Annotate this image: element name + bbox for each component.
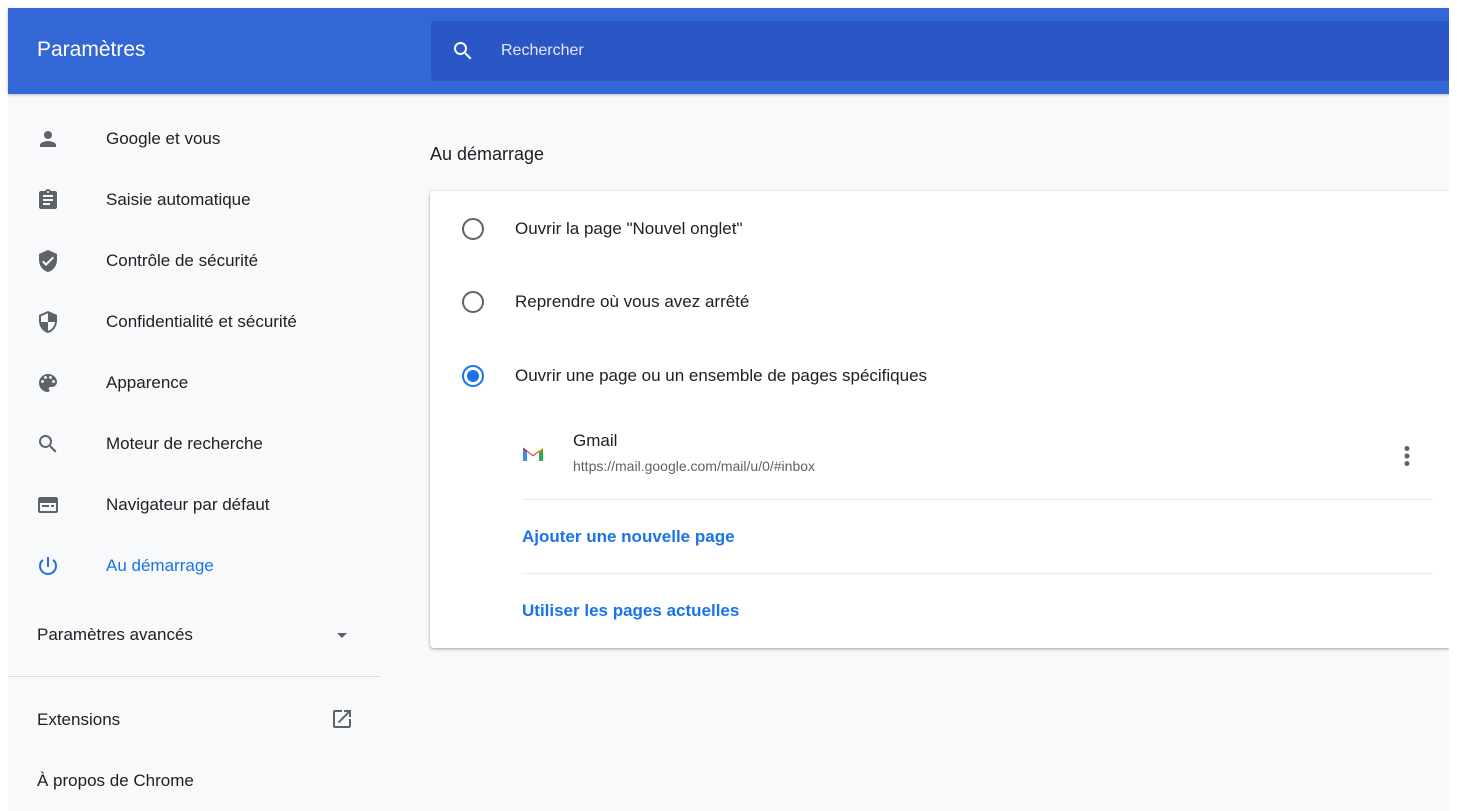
divider [522, 573, 1433, 574]
shield-check-icon [39, 250, 57, 272]
advanced-settings-label: Paramètres avancés [37, 625, 193, 644]
sidebar-item-about-chrome[interactable]: À propos de Chrome [8, 755, 380, 805]
sidebar-item-extensions[interactable]: Extensions [8, 694, 380, 744]
radio-label: Ouvrir une page ou un ensemble de pages … [515, 366, 928, 385]
more-vert-icon[interactable] [1392, 441, 1422, 471]
search-icon [454, 42, 472, 60]
sidebar-item-label: Moteur de recherche [106, 434, 263, 453]
radio-option-new-tab[interactable]: Ouvrir la page "Nouvel onglet" [430, 199, 1449, 259]
power-icon [39, 557, 57, 575]
palette-icon [39, 374, 57, 392]
sidebar-item-moteur-recherche[interactable]: Moteur de recherche [8, 418, 388, 470]
page-url: https://mail.google.com/mail/u/0/#inbox [573, 458, 816, 474]
extensions-label: Extensions [37, 710, 121, 729]
sidebar-item-confidentialite[interactable]: Confidentialité et sécurité [8, 296, 388, 348]
shield-half-icon [39, 311, 57, 333]
page-name: Gmail [573, 431, 618, 450]
sidebar-item-label: Contrôle de sécurité [106, 251, 259, 270]
sidebar-item-au-demarrage[interactable]: Au démarrage [8, 540, 388, 592]
open-in-new-icon [333, 710, 351, 728]
radio-button-checked[interactable] [462, 365, 484, 387]
window-left-edge [0, 0, 8, 811]
sidebar-item-label: Au démarrage [106, 556, 214, 575]
sidebar-item-label: Confidentialité et sécurité [106, 312, 297, 331]
use-current-pages-link[interactable]: Utiliser les pages actuelles [522, 601, 739, 621]
startup-page-entry: Gmail https://mail.google.com/mail/u/0/#… [522, 425, 1433, 501]
arrow-drop-down-icon [337, 633, 347, 638]
radio-label: Ouvrir la page "Nouvel onglet" [515, 219, 743, 238]
browser-icon [38, 497, 58, 513]
sidebar-divider [8, 676, 380, 677]
search-input[interactable] [501, 21, 1401, 81]
search-box[interactable] [431, 21, 1449, 81]
sidebar-item-apparence[interactable]: Apparence [8, 357, 388, 409]
window-right-edge [1449, 0, 1457, 811]
radio-button[interactable] [462, 218, 484, 240]
advanced-settings-toggle[interactable]: Paramètres avancés [8, 609, 380, 659]
section-title: Au démarrage [430, 144, 545, 164]
add-new-page-link[interactable]: Ajouter une nouvelle page [522, 527, 735, 547]
sidebar-item-saisie-automatique[interactable]: Saisie automatique [8, 174, 388, 226]
radio-option-specific-pages[interactable]: Ouvrir une page ou un ensemble de pages … [430, 346, 1449, 406]
sidebar-item-label: Saisie automatique [106, 190, 251, 209]
radio-option-continue[interactable]: Reprendre où vous avez arrêté [430, 272, 1449, 332]
settings-title: Paramètres [37, 38, 146, 61]
startup-options-card: Ouvrir la page "Nouvel onglet" Reprendre… [430, 191, 1449, 648]
clipboard-icon [39, 189, 57, 209]
about-chrome-label: À propos de Chrome [37, 771, 194, 790]
sidebar-item-controle-securite[interactable]: Contrôle de sécurité [8, 235, 388, 287]
settings-sidebar: Google et vous Saisie automatique Contrô… [8, 94, 388, 811]
gmail-icon [523, 447, 543, 461]
sidebar-item-google-et-vous[interactable]: Google et vous [8, 113, 388, 165]
sidebar-item-label: Navigateur par défaut [106, 495, 270, 514]
sidebar-item-label: Google et vous [106, 129, 221, 148]
window-top-edge [0, 0, 1457, 8]
sidebar-item-label: Apparence [106, 373, 189, 392]
search-icon [39, 435, 57, 453]
divider [522, 499, 1433, 500]
radio-label: Reprendre où vous avez arrêté [515, 292, 750, 311]
person-icon [40, 131, 56, 147]
settings-toolbar: Paramètres [8, 8, 1449, 94]
radio-button[interactable] [462, 291, 484, 313]
sidebar-item-navigateur-defaut[interactable]: Navigateur par défaut [8, 479, 388, 531]
